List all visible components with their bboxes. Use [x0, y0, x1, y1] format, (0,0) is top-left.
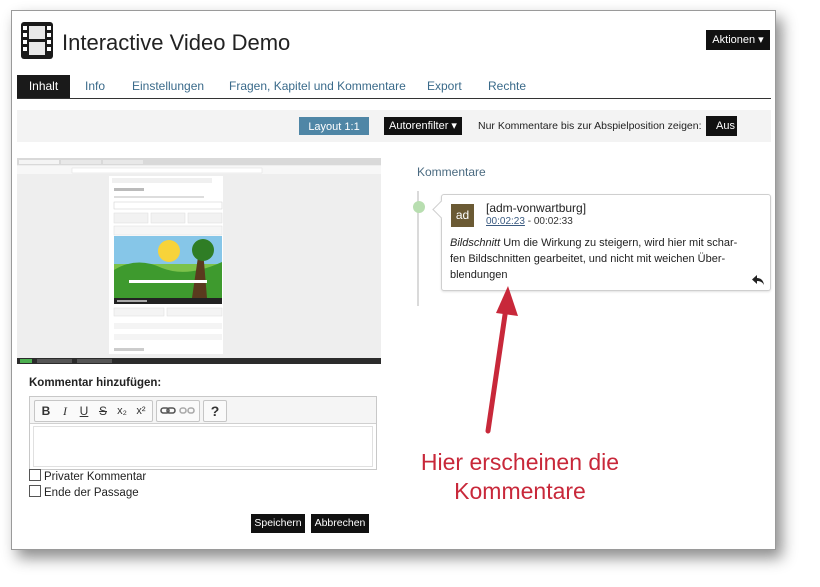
comment-author: [adm-vonwartburg] — [486, 201, 587, 215]
link-button-group — [156, 400, 200, 422]
end-of-passage-option[interactable]: Ende der Passage — [29, 485, 139, 499]
strikethrough-button[interactable]: S — [94, 401, 112, 421]
position-filter-toggle[interactable]: Aus — [703, 116, 737, 136]
unlink-icon[interactable] — [179, 401, 195, 421]
comment-card: ad [adm-vonwartburg] 00:02:23 - 00:02:33… — [432, 194, 771, 291]
help-button[interactable]: ? — [205, 401, 225, 421]
superscript-button[interactable]: x² — [132, 401, 150, 421]
time-separator: - — [524, 216, 534, 227]
end-of-passage-checkbox[interactable] — [29, 485, 41, 497]
reply-icon[interactable] — [751, 274, 765, 286]
comment-editor: B I U S x₂ x² ? — [29, 396, 377, 470]
video-player[interactable] — [17, 158, 381, 364]
comment-start-time-link[interactable]: 00:02:23 — [486, 216, 525, 227]
autorenfilter-dropdown-button[interactable]: Autorenfilter ▾ — [384, 117, 462, 135]
format-button-group: B I U S x₂ x² — [34, 400, 153, 422]
annotation-line2: Kommentare — [454, 478, 586, 504]
comment-toolbar: Layout 1:1 ▾ Autorenfilter ▾ Nur Komment… — [17, 110, 771, 151]
bold-button[interactable]: B — [37, 401, 55, 421]
annotation-line1: Hier erscheinen die — [420, 449, 620, 475]
underline-button[interactable]: U — [75, 401, 93, 421]
private-comment-option[interactable]: Privater Kommentar — [29, 469, 146, 483]
tab-inhalt[interactable]: Inhalt — [17, 75, 70, 98]
actions-dropdown-button[interactable]: Aktionen ▾ — [706, 30, 770, 50]
link-icon[interactable] — [160, 401, 176, 421]
tab-info[interactable]: Info — [85, 75, 105, 98]
comment-body-line3: blendungen — [450, 269, 508, 281]
tab-fragen-kapitel-kommentare[interactable]: Fragen, Kapitel und Kommentare — [229, 75, 406, 98]
timeline-marker[interactable] — [413, 201, 425, 213]
tab-rechte[interactable]: Rechte — [488, 75, 526, 98]
page-title: Interactive Video Demo — [62, 30, 291, 55]
layout-dropdown-button[interactable]: Layout 1:1 ▾ — [299, 117, 369, 151]
avatar: ad — [451, 204, 474, 227]
annotation-arrow-icon — [485, 286, 518, 434]
comment-body-line1: Um die Wirkung zu steigern, wird hier mi… — [503, 237, 738, 249]
tab-bar: Inhalt Info Einstellungen Fragen, Kapite… — [17, 75, 771, 99]
private-comment-checkbox[interactable] — [29, 469, 41, 481]
add-comment-label: Kommentar hinzufügen: — [29, 377, 162, 389]
annotation-text: Hier erscheinen die Kommentare — [395, 448, 645, 506]
comments-heading: Kommentare — [417, 165, 486, 179]
subscript-button[interactable]: x₂ — [113, 401, 131, 421]
italic-button[interactable]: I — [56, 401, 74, 421]
comment-end-time: 00:02:33 — [533, 216, 573, 227]
comment-body-line2: fen Bildschnitten gearbeitet, und nicht … — [450, 253, 726, 265]
comment-title: Bildschnitt — [450, 237, 501, 249]
tab-export[interactable]: Export — [427, 75, 462, 98]
save-button[interactable]: Speichern — [251, 514, 305, 533]
comment-card-pointer — [432, 200, 451, 219]
video-frame-image — [17, 158, 381, 364]
comment-text: Bildschnitt Um die Wirkung zu steigern, … — [450, 235, 762, 283]
cancel-button[interactable]: Abbrechen — [311, 514, 369, 533]
end-of-passage-label: Ende der Passage — [44, 487, 139, 499]
app-window: Interactive Video Demo Aktionen ▾ Inhalt… — [11, 10, 776, 550]
help-button-group: ? — [203, 400, 227, 422]
comment-textarea[interactable] — [33, 426, 373, 467]
editor-toolbar: B I U S x₂ x² ? — [30, 397, 376, 424]
film-strip-icon — [21, 22, 53, 59]
position-filter-label: Nur Kommentare bis zur Abspielposition z… — [478, 120, 702, 132]
private-comment-label: Privater Kommentar — [44, 471, 147, 483]
tab-einstellungen[interactable]: Einstellungen — [132, 75, 204, 98]
comment-timecode: 00:02:23 - 00:02:33 — [486, 216, 573, 227]
